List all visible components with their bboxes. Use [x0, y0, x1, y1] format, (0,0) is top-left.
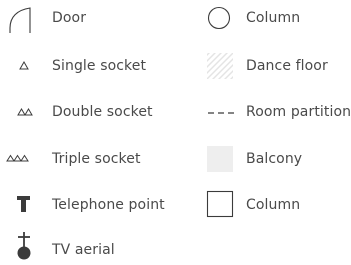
- square-column-icon: [206, 190, 242, 218]
- legend-label-single-socket: Single socket: [52, 58, 147, 74]
- triple-socket-icon: [4, 148, 40, 176]
- legend-label-triple-socket: Triple socket: [52, 151, 141, 167]
- hatched-square-icon: [206, 52, 242, 80]
- door-arc-icon: [8, 6, 44, 34]
- grey-square-icon: [206, 145, 242, 173]
- floor-plan-legend: Door Column Single socket Dance floor Do…: [0, 0, 351, 265]
- legend-label-column-square: Column: [246, 197, 301, 213]
- telephone-t-icon: [8, 192, 44, 220]
- legend-label-tv-aerial: TV aerial: [52, 242, 115, 258]
- single-socket-icon: [8, 55, 44, 83]
- circle-column-icon: [206, 5, 242, 33]
- legend-label-door: Door: [52, 10, 87, 26]
- legend-label-column-round: Column: [246, 10, 301, 26]
- legend-label-balcony: Balcony: [246, 151, 303, 167]
- tv-aerial-icon: [8, 230, 44, 260]
- legend-label-dance-floor: Dance floor: [246, 58, 328, 74]
- legend-label-room-partition: Room partition: [246, 104, 351, 120]
- dashed-line-icon: [206, 101, 242, 129]
- legend-label-telephone-point: Telephone point: [52, 197, 165, 213]
- legend-label-double-socket: Double socket: [52, 104, 153, 120]
- double-socket-icon: [8, 101, 44, 129]
